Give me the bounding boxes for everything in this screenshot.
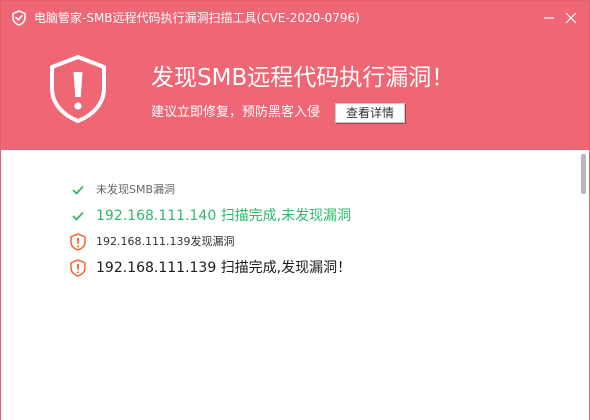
scrollbar-thumb[interactable] [581,154,586,194]
vertical-scrollbar[interactable] [578,152,588,418]
window-title: 电脑管家-SMB远程代码执行漏洞扫描工具(CVE-2020-0796) [34,11,360,25]
recommendation-text: 建议立即修复，预防黑客入侵 [151,105,321,120]
check-icon [69,181,87,199]
warning-shield-icon [48,54,108,124]
warning-shield-icon [69,259,87,277]
view-details-button[interactable]: 查看详情 [335,103,405,123]
result-text: 未发现SMB漏洞 [96,183,176,196]
vulnerability-headline: 发现SMB远程代码执行漏洞！ [151,65,455,91]
result-text: 192.168.111.140 扫描完成,未发现漏洞 [96,208,352,224]
result-text: 192.168.111.139发现漏洞 [96,235,235,248]
alert-banner: 电脑管家-SMB远程代码执行漏洞扫描工具(CVE-2020-0796) 发现SM [1,1,589,150]
tencent-shield-logo-icon [11,10,27,26]
warning-shield-icon [69,233,87,251]
close-button[interactable] [560,7,582,29]
title-bar[interactable]: 电脑管家-SMB远程代码执行漏洞扫描工具(CVE-2020-0796) [1,1,589,35]
minimize-button[interactable] [538,7,560,29]
scan-results-panel: 未发现SMB漏洞 192.168.111.140 扫描完成,未发现漏洞 192.… [1,150,589,420]
result-text: 192.168.111.139 扫描完成,发现漏洞！ [96,260,352,276]
scanner-window: 电脑管家-SMB远程代码执行漏洞扫描工具(CVE-2020-0796) 发现SM [0,0,590,420]
check-icon [69,207,87,225]
